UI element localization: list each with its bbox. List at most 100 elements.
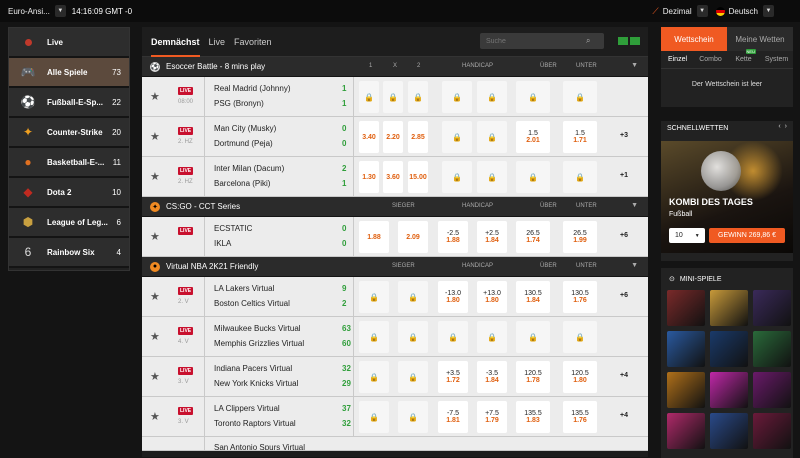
odds-cell[interactable]: 135.5 1.76 [563,401,597,433]
odds-cell[interactable]: 🔒 [398,401,428,433]
odds-cell[interactable]: 1.5 1.71 [563,121,597,153]
sidebar-item-rainbow-six[interactable]: 6 Rainbow Six 4 [9,238,129,268]
odds-cell[interactable]: +13.0 1.80 [477,281,507,313]
odds-cell[interactable]: 15.00 [408,161,428,193]
home-team[interactable]: Milwaukee Bucks Virtual [214,324,301,333]
odds-cell[interactable]: 🔒 [477,161,507,193]
odds-cell[interactable]: -3.5 1.84 [477,361,507,393]
list-view-icon[interactable] [630,37,640,45]
home-team[interactable]: Inter Milan (Dacum) [214,164,284,173]
away-team[interactable]: Memphis Grizzlies Virtual [214,339,304,348]
timezone-selector[interactable]: Euro-Ansi... ▼ 14:16:09 GMT -0 [8,5,132,17]
home-team[interactable]: San Antonio Spurs Virtual [214,443,305,450]
odds-cell[interactable]: 🔒 [359,361,389,393]
mini-game-tile[interactable] [753,290,791,326]
mini-game-tile[interactable] [710,290,748,326]
combo-banner[interactable]: KOMBI DES TAGES Fußball 10 ▼ GEWINN 269,8… [661,141,793,253]
search-icon[interactable]: ⌕ [586,36,590,46]
sidebar-item-dota-2[interactable]: ◆ Dota 2 10 [9,178,129,208]
more-markets-link[interactable]: +4 [620,372,628,379]
odds-cell[interactable]: 🔒 [516,321,550,353]
tab-kette[interactable]: Kette NEU [727,49,760,63]
odds-cell[interactable]: +7.5 1.79 [477,401,507,433]
chevron-right-icon[interactable]: › [785,123,787,130]
star-icon[interactable]: ★ [150,170,160,183]
mini-game-tile[interactable] [753,372,791,408]
odds-cell[interactable]: 135.5 1.83 [516,401,550,433]
chevron-down-icon[interactable]: ▼ [631,202,638,209]
odds-cell[interactable]: 26.5 1.74 [516,221,550,253]
tab-system[interactable]: System [760,56,793,63]
odds-cell[interactable]: 🔒 [359,321,389,353]
sidebar-item-basketball-e-[interactable]: ● Basketball-E-... 11 [9,148,129,178]
odds-cell[interactable]: 1.30 [359,161,379,193]
odds-cell[interactable]: 🔒 [359,281,389,313]
more-markets-link[interactable]: +6 [620,232,628,239]
odds-cell[interactable]: 🔒 [359,81,379,113]
chevron-left-icon[interactable]: ‹ [778,123,780,130]
more-markets-link[interactable]: +1 [620,172,628,179]
odds-cell[interactable]: 🔒 [563,161,597,193]
more-markets-link[interactable]: +4 [620,412,628,419]
away-team[interactable]: Toronto Raptors Virtual [214,419,296,428]
home-team[interactable]: ECSTATIC [214,224,252,233]
mini-game-tile[interactable] [667,290,705,326]
away-team[interactable]: IKLA [214,239,231,248]
tab-meine-wetten[interactable]: Meine Wetten [727,27,793,51]
stake-select[interactable]: 10 ▼ [669,228,705,243]
away-team[interactable]: Boston Celtics Virtual [214,299,290,308]
odds-cell[interactable]: 🔒 [383,81,403,113]
mini-game-tile[interactable] [667,413,705,449]
odds-cell[interactable]: 🔒 [516,161,550,193]
home-team[interactable]: Man City (Musky) [214,124,276,133]
search-box[interactable]: ⌕ [480,33,604,49]
odds-cell[interactable]: +2.5 1.84 [477,221,507,253]
chevron-down-icon[interactable]: ▼ [54,5,66,17]
odds-cell[interactable]: 130.5 1.84 [516,281,550,313]
chevron-down-icon[interactable]: ▼ [631,62,638,69]
star-icon[interactable]: ★ [150,410,160,423]
mini-game-tile[interactable] [710,372,748,408]
star-icon[interactable]: ★ [150,290,160,303]
odds-cell[interactable]: 2.09 [398,221,428,253]
sidebar-item-alle-spiele[interactable]: 🎮 Alle Spiele 73 [9,58,129,88]
odds-cell[interactable]: 120.5 1.80 [563,361,597,393]
odds-cell[interactable]: +3.5 1.72 [438,361,468,393]
mini-game-tile[interactable] [710,331,748,367]
star-icon[interactable]: ★ [150,130,160,143]
star-icon[interactable]: ★ [150,330,160,343]
sidebar-item-league-of-leg-[interactable]: ⬢ League of Leg... 6 [9,208,129,238]
odds-cell[interactable]: -7.5 1.81 [438,401,468,433]
odds-cell[interactable]: 🔒 [442,121,472,153]
mini-game-tile[interactable] [710,413,748,449]
odds-cell[interactable]: -13.0 1.80 [438,281,468,313]
odds-cell[interactable]: 120.5 1.78 [516,361,550,393]
away-team[interactable]: Dortmund (Peja) [214,139,273,148]
odds-cell[interactable]: 🔒 [398,361,428,393]
home-team[interactable]: Indiana Pacers Virtual [214,364,292,373]
away-team[interactable]: New York Knicks Virtual [214,379,298,388]
odds-cell[interactable]: 🔒 [516,81,550,113]
odds-cell[interactable]: 3.60 [383,161,403,193]
odds-cell[interactable]: 🔒 [477,121,507,153]
odds-cell[interactable]: 26.5 1.99 [563,221,597,253]
star-icon[interactable]: ★ [150,230,160,243]
home-team[interactable]: LA Clippers Virtual [214,404,280,413]
odds-cell[interactable]: 🔒 [563,81,597,113]
odds-cell[interactable]: 🔒 [563,321,597,353]
tab-live[interactable]: Live [209,27,226,57]
star-icon[interactable]: ★ [150,90,160,103]
more-markets-link[interactable]: +3 [620,132,628,139]
chevron-down-icon[interactable]: ▼ [631,262,638,269]
odds-cell[interactable]: 2.85 [408,121,428,153]
win-button[interactable]: GEWINN 269,86 € [709,228,785,243]
tab-einzel[interactable]: Einzel [661,56,694,63]
view-toggle[interactable] [618,37,642,45]
odds-cell[interactable]: 🔒 [477,321,507,353]
odds-cell[interactable]: 🔒 [359,401,389,433]
odds-cell[interactable]: 🔒 [398,281,428,313]
odds-cell[interactable]: 🔒 [408,81,428,113]
odds-cell[interactable]: 🔒 [477,81,507,113]
tab-wettschein[interactable]: Wettschein [661,27,727,51]
mini-game-tile[interactable] [667,372,705,408]
